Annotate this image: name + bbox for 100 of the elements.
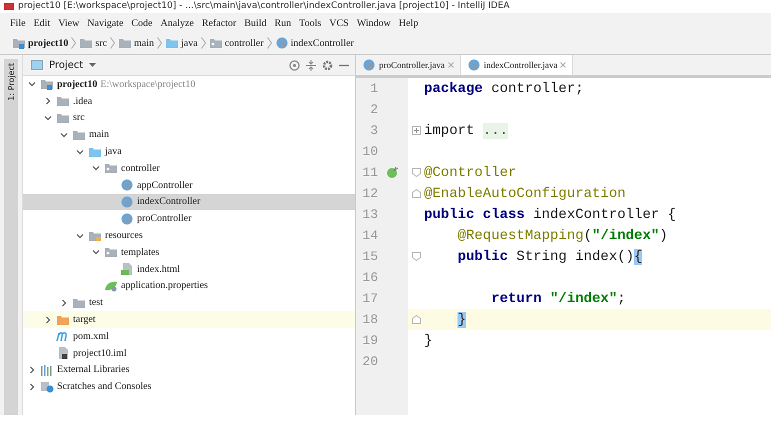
chevron-down-icon[interactable] bbox=[92, 248, 100, 256]
tree-item[interactable]: index.html bbox=[23, 260, 355, 278]
line-number: 3 bbox=[369, 123, 378, 138]
editor-tab[interactable]: proController.java bbox=[356, 55, 461, 75]
module-folder-icon bbox=[12, 37, 26, 49]
menu-item[interactable]: Window bbox=[356, 18, 391, 28]
chevron-right-icon bbox=[110, 37, 116, 49]
tree-item[interactable]: project10 E:\workspace\project10 bbox=[23, 76, 355, 93]
chevron-right-icon[interactable] bbox=[44, 97, 52, 106]
class-icon bbox=[120, 179, 134, 192]
line-number: 11 bbox=[361, 165, 378, 180]
minimize-icon[interactable] bbox=[339, 64, 349, 66]
tree-item[interactable]: main bbox=[23, 126, 355, 144]
tree-item[interactable]: test bbox=[23, 294, 355, 312]
settings-icon[interactable] bbox=[322, 60, 333, 70]
chevron-right-icon[interactable] bbox=[44, 316, 52, 324]
tree-item[interactable]: src bbox=[23, 110, 355, 126]
tree-item[interactable]: target bbox=[23, 311, 355, 328]
menu-item[interactable]: View bbox=[58, 18, 80, 28]
line-number: 14 bbox=[361, 228, 378, 243]
folder-icon bbox=[72, 128, 86, 141]
window-title: project10 [E:\workspace\project10] - ...\src\main\java\controller\indexController.java [project10] - IntelliJ IDEA bbox=[18, 0, 510, 13]
tree-item[interactable]: resources bbox=[23, 227, 355, 244]
line-number: 20 bbox=[361, 354, 378, 369]
code-line: import ... bbox=[424, 122, 508, 138]
line-number: 12 bbox=[361, 186, 378, 201]
breadcrumb[interactable]: src bbox=[79, 37, 108, 49]
breadcrumb[interactable]: indexController bbox=[274, 37, 354, 49]
panel-title[interactable]: Project bbox=[49, 60, 84, 70]
folder-icon bbox=[88, 230, 102, 242]
tree-item[interactable]: controller bbox=[23, 160, 355, 177]
line-number: 2 bbox=[369, 102, 378, 117]
chevron-right-icon bbox=[200, 37, 206, 49]
project-tool-button[interactable]: 1: Project bbox=[4, 59, 18, 415]
chevron-down-icon[interactable] bbox=[76, 148, 84, 156]
chevron-right-icon bbox=[157, 37, 162, 49]
app-icon bbox=[4, 3, 14, 10]
menu-item[interactable]: Refactor bbox=[202, 18, 236, 28]
project-path: E:\workspace\project10 bbox=[100, 78, 196, 90]
chevron-down-icon[interactable] bbox=[28, 80, 36, 88]
tree-item[interactable]: Scratches and Consoles bbox=[23, 378, 355, 396]
menu-item[interactable]: Navigate bbox=[87, 18, 124, 28]
line-number: 10 bbox=[361, 144, 378, 159]
tree-item[interactable]: .idea bbox=[23, 92, 355, 110]
chevron-right-icon[interactable] bbox=[28, 366, 36, 374]
chevron-down-icon[interactable] bbox=[76, 232, 84, 240]
tree-item[interactable]: External Libraries bbox=[23, 362, 355, 378]
tree-item[interactable]: templates bbox=[23, 244, 355, 261]
tree-item[interactable]: indexController bbox=[23, 194, 355, 210]
breadcrumb[interactable]: controller bbox=[208, 37, 264, 49]
package-folder-icon bbox=[104, 246, 118, 258]
line-number: 13 bbox=[361, 207, 378, 222]
chevron-down-icon[interactable] bbox=[92, 164, 100, 172]
folder-icon bbox=[165, 37, 180, 49]
dropdown-caret-icon[interactable] bbox=[89, 62, 96, 68]
tree-item[interactable]: appController bbox=[23, 176, 355, 194]
locate-icon[interactable] bbox=[289, 60, 300, 70]
menu-item[interactable]: Run bbox=[274, 18, 292, 28]
code-line: @EnableAutoConfiguration bbox=[424, 186, 626, 202]
folder-icon bbox=[56, 314, 70, 326]
chevron-down-icon[interactable] bbox=[60, 130, 68, 139]
collapse-all-icon[interactable] bbox=[306, 60, 316, 70]
line-number: 17 bbox=[361, 291, 378, 306]
class-icon bbox=[120, 212, 134, 225]
chevron-right-icon bbox=[266, 37, 272, 49]
menu-item[interactable]: Edit bbox=[34, 18, 50, 28]
menu-item[interactable]: Help bbox=[398, 18, 418, 28]
leaf-icon bbox=[104, 280, 118, 292]
folder-icon bbox=[72, 296, 86, 309]
class-icon bbox=[466, 59, 481, 71]
code-line: @Controller bbox=[424, 164, 516, 180]
breadcrumb[interactable]: main bbox=[118, 37, 154, 49]
folder-icon bbox=[79, 37, 94, 49]
line-number: 18 bbox=[361, 312, 378, 327]
menu-item[interactable]: Analyze bbox=[160, 18, 194, 28]
menu-item[interactable]: Tools bbox=[299, 18, 322, 28]
chevron-right-icon[interactable] bbox=[60, 298, 68, 307]
breadcrumb[interactable]: java bbox=[165, 37, 198, 49]
tree-item[interactable]: pom.xml bbox=[23, 328, 355, 345]
menu-item[interactable]: Build bbox=[244, 18, 266, 28]
menu-item[interactable]: VCS bbox=[329, 18, 349, 28]
code-line: @RequestMapping("/index") bbox=[456, 228, 668, 244]
tree-item[interactable]: java bbox=[23, 143, 355, 160]
chevron-down-icon[interactable] bbox=[44, 114, 52, 122]
html-file-icon bbox=[120, 263, 134, 276]
code-line: package controller; bbox=[424, 80, 584, 96]
tree-item[interactable]: project10.iml bbox=[23, 344, 355, 362]
fold-expand-icon[interactable] bbox=[412, 126, 420, 135]
breadcrumb[interactable]: project10 bbox=[12, 37, 68, 49]
editor-tab[interactable]: indexController.java bbox=[460, 55, 574, 75]
chevron-right-icon[interactable] bbox=[28, 382, 36, 391]
folder-icon bbox=[56, 112, 70, 124]
line-number: 16 bbox=[361, 270, 378, 285]
tree-item[interactable]: application.properties bbox=[23, 278, 355, 294]
folder-icon bbox=[56, 95, 70, 108]
menu-item[interactable]: File bbox=[10, 18, 26, 28]
code-line: public class indexController { bbox=[424, 206, 676, 222]
module-folder-icon bbox=[40, 78, 54, 90]
tree-item[interactable]: proController bbox=[23, 210, 355, 228]
menu-item[interactable]: Code bbox=[131, 18, 152, 28]
